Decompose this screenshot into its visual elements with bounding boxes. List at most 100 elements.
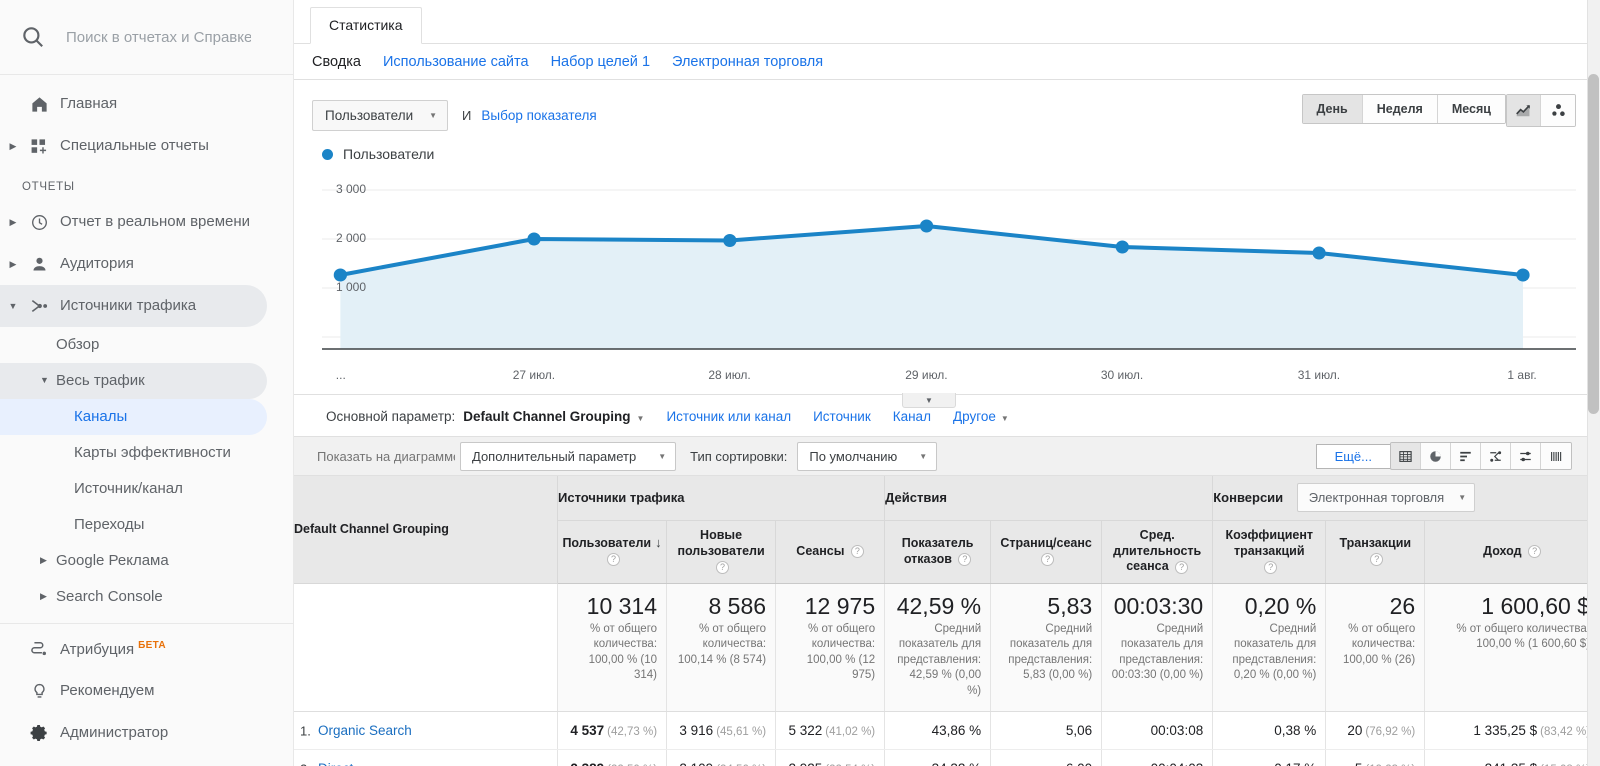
dimension-column-header[interactable]: Default Channel Grouping (294, 476, 558, 584)
sidebar-item-referrals[interactable]: Переходы (0, 507, 293, 543)
dimension-link-source[interactable]: Источник (813, 409, 871, 424)
report-subtabs: Сводка Использование сайта Набор целей 1… (294, 44, 1600, 80)
sidebar-item-home[interactable]: Главная (0, 83, 293, 125)
page-scrollbar[interactable] (1587, 0, 1600, 766)
row-dimension-link[interactable]: Organic Search (318, 723, 412, 738)
sidebar-item-custom-reports[interactable]: ▶ Специальные отчеты (0, 125, 293, 167)
chevron-right-icon: ▶ (40, 591, 47, 602)
clock-icon (22, 213, 56, 232)
search-input[interactable] (66, 28, 251, 46)
acquisition-subitems: Обзор ▼ Весь трафик Каналы Карты эффекти… (0, 327, 293, 615)
conversion-goal-select[interactable]: Электронная торговля ▼ (1296, 483, 1476, 513)
plot-rows-input[interactable] (312, 442, 460, 470)
cell-transaction-rate-value: 0,38 % (1274, 723, 1317, 739)
sidebar-item-source-medium[interactable]: Источник/канал (0, 471, 293, 507)
help-icon[interactable]: ? (958, 552, 972, 566)
summary-cell-bounce-rate: 42,59 % Средний показатель для представл… (884, 583, 992, 713)
sidebar-item-overview[interactable]: Обзор (0, 327, 293, 363)
person-icon (22, 255, 56, 274)
help-icon[interactable]: ? (1264, 560, 1278, 574)
sidebar-item-channels[interactable]: Каналы (0, 399, 267, 435)
sidebar-item-attribution[interactable]: Атрибуция БЕТА (0, 628, 293, 670)
column-header-revenue[interactable]: Доход ? (1424, 520, 1600, 584)
metric-select[interactable]: Пользователи ▼ (312, 99, 449, 131)
sidebar-item-treemaps[interactable]: Карты эффективности (0, 435, 293, 471)
chart-collapse-toggle[interactable]: ▼ (902, 393, 956, 408)
column-header-users[interactable]: Пользователи ↓ ? (557, 520, 668, 584)
motion-chart-icon[interactable] (1541, 95, 1575, 126)
column-header-new-users[interactable]: Новые пользователи ? (666, 520, 777, 584)
chevron-down-icon: ▼ (1458, 493, 1467, 503)
sidebar-section-title: ОТЧЕТЫ (22, 181, 75, 193)
secondary-dimension-select[interactable]: Дополнительный параметр ▼ (460, 441, 677, 471)
column-header-transaction-rate[interactable]: Коэффициент транзакций ? (1212, 520, 1327, 584)
help-icon[interactable]: ? (850, 544, 864, 558)
cell-new-users-pct: (45,61 %) (716, 726, 767, 739)
dimension-link-other[interactable]: Другое ▼ (953, 409, 1009, 424)
summary-cell-transactions: 26 % от общего количества: 100,00 % (26) (1325, 583, 1426, 713)
column-header-bounce-rate[interactable]: Показатель отказов ? (884, 520, 992, 584)
line-chart-icon[interactable] (1507, 95, 1541, 126)
pie-view-icon[interactable] (1421, 443, 1451, 469)
tab-summary[interactable]: Сводка (312, 54, 361, 70)
cell-transactions-pct: (76,92 %) (1365, 726, 1416, 739)
sidebar-item-search-console[interactable]: ▶ Search Console (0, 579, 293, 615)
help-icon[interactable]: ? (1370, 552, 1384, 566)
column-header-pages-session[interactable]: Страниц/сеанс ? (990, 520, 1103, 584)
dimension-link-medium[interactable]: Канал (893, 409, 931, 424)
sidebar-item-all-traffic[interactable]: ▼ Весь трафик (0, 363, 267, 399)
sidebar-item-all-traffic-label: Весь трафик (56, 371, 145, 389)
home-icon (22, 95, 56, 114)
sidebar-item-admin[interactable]: Администратор (0, 712, 293, 754)
summary-cell-revenue: 1 600,60 $ % от общего количества: 100,0… (1424, 583, 1600, 713)
sidebar-item-discover[interactable]: Рекомендуем (0, 670, 293, 712)
sidebar-item-acquisition[interactable]: ▼ Источники трафика (0, 285, 267, 327)
sidebar-item-realtime[interactable]: ▶ Отчет в реальном времени (0, 201, 293, 243)
pivot-view-icon[interactable] (1511, 443, 1541, 469)
granularity-day[interactable]: День (1302, 95, 1363, 123)
table-row[interactable]: 1. Organic Search 4 537 (42,73 %) 3 916 (4… (294, 711, 1600, 751)
sidebar-item-audience[interactable]: ▶ Аудитория (0, 243, 293, 285)
dimension-link-source-medium[interactable]: Источник или канал (666, 409, 791, 424)
sort-type-select[interactable]: По умолчанию ▼ (797, 441, 938, 471)
column-header-avg-duration[interactable]: Сред. длительность сеанса ? (1101, 520, 1214, 584)
tab-site-usage[interactable]: Использование сайта (383, 54, 529, 70)
help-icon[interactable]: ? (716, 560, 730, 574)
column-header-sessions[interactable]: Сеансы ? (775, 520, 886, 584)
google-analytics-app: Главная ▶ Специальные отчеты ОТЧЕТЫ ▶ (0, 0, 1600, 766)
cell-bounce-rate-value: 34,32 % (932, 761, 982, 766)
help-icon[interactable]: ? (1175, 560, 1189, 574)
cell-users: 4 537 (42,73 %) (557, 711, 668, 751)
comparison-view-icon[interactable] (1481, 443, 1511, 469)
table-row[interactable]: 2. Direct 2 389(22,50 %) 2 109(24,56 %) … (294, 749, 1600, 766)
column-header-revenue-label: Доход (1483, 543, 1522, 558)
cell-revenue-pct: (83,42 %) (1540, 726, 1590, 739)
help-icon[interactable]: ? (1041, 552, 1055, 566)
sidebar-item-admin-label: Администратор (60, 724, 169, 742)
sidebar-item-google-ads[interactable]: ▶ Google Реклама (0, 543, 293, 579)
help-icon[interactable]: ? (607, 553, 621, 567)
performance-view-icon[interactable] (1541, 443, 1571, 469)
sidebar-item-audience-label: Аудитория (60, 255, 134, 273)
tab-statistics[interactable]: Статистика (310, 7, 422, 44)
granularity-week[interactable]: Неделя (1362, 95, 1438, 123)
chevron-right-icon: ▶ (9, 216, 17, 227)
visualization-group (1506, 94, 1576, 127)
tab-goal-set-1[interactable]: Набор целей 1 (551, 54, 650, 70)
primary-dimension-select[interactable]: Default Channel Grouping ▼ (463, 409, 644, 424)
scrollbar-thumb[interactable] (1588, 74, 1599, 414)
granularity-month[interactable]: Месяц (1437, 95, 1505, 123)
cell-users-value: 2 389 (570, 761, 604, 766)
summary-pages-session-sub: Средний показатель для представления: 5,… (1008, 622, 1093, 682)
help-icon[interactable]: ? (1528, 544, 1542, 558)
chart-panel: Пользователи ▼ И Выбор показателя День Н… (294, 80, 1600, 436)
table-view-icon[interactable] (1391, 443, 1421, 469)
column-header-transactions[interactable]: Транзакции ? (1325, 520, 1426, 584)
bar-view-icon[interactable] (1451, 443, 1481, 469)
more-options-link[interactable]: Ещё... (1335, 449, 1372, 464)
row-dimension-link[interactable]: Direct (318, 761, 353, 766)
chevron-down-icon: ▼ (636, 414, 645, 423)
tab-ecommerce[interactable]: Электронная торговля (672, 54, 823, 70)
select-metric-link[interactable]: Выбор показателя (481, 108, 596, 123)
cell-transactions-value: 5 (1355, 761, 1363, 766)
